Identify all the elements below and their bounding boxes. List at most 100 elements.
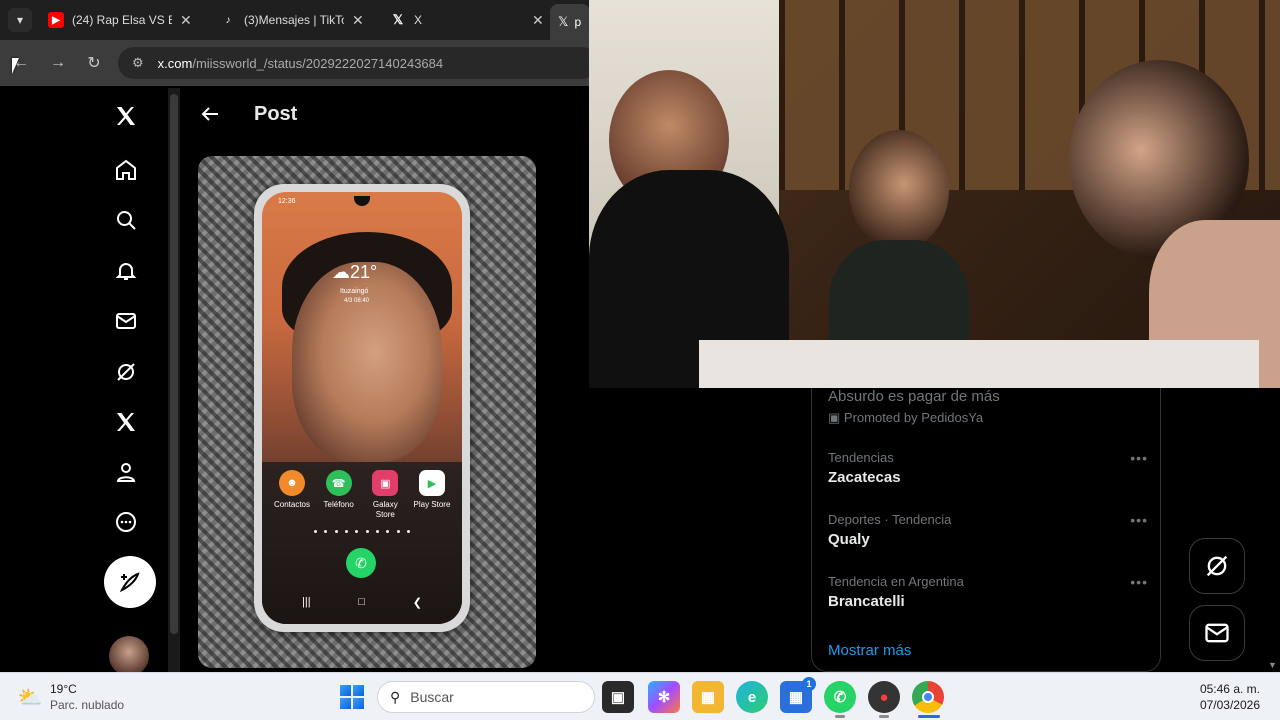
tab-title: (24) Rap Elsa VS Bl bbox=[72, 13, 172, 27]
phone-location: Ituzaingó bbox=[340, 288, 369, 295]
post-detail-column: 12:36 ☁21° Ituzaingó 4/3 08:40 ☻ Contacto… bbox=[182, 86, 590, 672]
more-dots-icon[interactable]: ••• bbox=[1130, 574, 1148, 590]
x-icon: 𝕏 bbox=[558, 14, 569, 29]
youtube-icon: ▶ bbox=[48, 12, 64, 28]
promoted-label: ▣ Promoted by PedidosYa bbox=[828, 410, 983, 426]
post-header: Post bbox=[182, 86, 590, 142]
webcam-overlay bbox=[589, 0, 1280, 388]
scroll-down-arrow-icon[interactable]: ▼ bbox=[1268, 660, 1277, 670]
chrome-browser-icon[interactable] bbox=[912, 681, 944, 713]
trends-panel: Absurdo es pagar de más ▣ Promoted by Pe… bbox=[811, 388, 1161, 672]
running-indicator bbox=[835, 715, 845, 718]
task-view-icon[interactable]: ▣ bbox=[602, 681, 634, 713]
trend-meta: Tendencia en Argentina bbox=[828, 574, 964, 589]
grok-icon bbox=[1206, 555, 1228, 577]
back-arrow-icon[interactable] bbox=[198, 102, 222, 126]
account-avatar[interactable] bbox=[109, 636, 149, 676]
reload-button[interactable]: ↻ bbox=[83, 52, 105, 74]
envelope-icon bbox=[1205, 623, 1229, 643]
home-icon[interactable] bbox=[112, 156, 140, 184]
post-image[interactable]: 12:36 ☁21° Ituzaingó 4/3 08:40 ☻ Contacto… bbox=[198, 156, 536, 668]
app-label: Galaxy Store bbox=[372, 500, 398, 519]
windows-start-icon[interactable] bbox=[340, 685, 364, 709]
page-scrollbar[interactable]: ▼ bbox=[1266, 388, 1280, 672]
play-store-icon: ▶ bbox=[418, 470, 445, 496]
grok-fab-button[interactable] bbox=[1189, 538, 1245, 594]
browser-toolbar: ← → ↻ ⚙ x.com/miissworld_/status/2029222… bbox=[0, 40, 598, 86]
camera-notch bbox=[354, 196, 370, 206]
scrollbar-thumb[interactable] bbox=[170, 94, 178, 634]
app-label: Teléfono bbox=[323, 500, 354, 509]
search-icon: ⚲ bbox=[390, 688, 401, 705]
compose-post-button[interactable] bbox=[104, 556, 156, 608]
notifications-bell-icon[interactable] bbox=[112, 257, 140, 285]
system-clock[interactable]: 05:46 a. m. 07/03/2026 bbox=[1200, 681, 1260, 713]
trend-item[interactable]: Deportes · Tendencia Qualy ••• bbox=[828, 512, 1148, 548]
x-premium-icon[interactable] bbox=[112, 408, 140, 436]
edge-browser-icon[interactable]: e bbox=[736, 681, 768, 713]
recording-app-icon[interactable]: ● bbox=[868, 681, 900, 713]
store-notification-badge: 1 bbox=[802, 677, 816, 691]
phone-screen: 12:36 ☁21° Ituzaingó 4/3 08:40 ☻ Contacto… bbox=[262, 192, 462, 624]
weather-temperature: 19°C bbox=[50, 682, 77, 696]
feather-plus-icon bbox=[119, 572, 140, 593]
sidebar-scrollbar[interactable] bbox=[168, 88, 180, 672]
browser-tab-x[interactable]: 𝕏 X ✕ bbox=[390, 6, 544, 34]
whatsapp-icon: ✆ bbox=[346, 548, 376, 578]
whatsapp-icon[interactable]: ✆ bbox=[824, 681, 856, 713]
table-surface bbox=[699, 340, 1259, 388]
phone-temperature: 21° bbox=[350, 262, 378, 282]
trend-item[interactable]: Tendencia en Argentina Brancatelli ••• bbox=[828, 574, 1148, 610]
close-tab-icon[interactable]: ✕ bbox=[180, 12, 192, 29]
messages-fab-button[interactable] bbox=[1189, 605, 1245, 661]
copilot-icon[interactable]: ✻ bbox=[648, 681, 680, 713]
partly-cloudy-icon: ⛅ bbox=[17, 686, 43, 709]
weather-description: Parc. nublado bbox=[50, 698, 125, 712]
phone-date: 4/3 08:40 bbox=[344, 298, 370, 304]
url-host: x.com bbox=[157, 55, 193, 71]
browser-tab-youtube[interactable]: ▶ (24) Rap Elsa VS Bl ✕ bbox=[48, 6, 192, 34]
phone-app-row: ☻ Contactos ☎ Teléfono ▣ Galaxy Store ▶ Play… bbox=[270, 470, 454, 520]
address-bar[interactable]: ⚙ x.com/miissworld_/status/2029222027140… bbox=[118, 47, 598, 79]
app-label: Contactos bbox=[273, 500, 311, 509]
promoted-trend-title[interactable]: Absurdo es pagar de más bbox=[828, 388, 1000, 405]
more-dots-icon[interactable]: ••• bbox=[1130, 512, 1148, 528]
x-logo-icon[interactable] bbox=[112, 102, 140, 130]
recents-icon: ||| bbox=[302, 596, 311, 608]
file-explorer-icon[interactable]: ▦ bbox=[692, 681, 724, 713]
trend-name: Qualy bbox=[828, 531, 870, 548]
search-icon[interactable] bbox=[112, 206, 140, 234]
show-more-link[interactable]: Mostrar más bbox=[828, 642, 911, 659]
contacts-icon: ☻ bbox=[279, 470, 305, 496]
taskbar-search[interactable]: ⚲ Buscar bbox=[377, 681, 595, 713]
grok-icon[interactable] bbox=[112, 358, 140, 386]
more-options-icon[interactable] bbox=[112, 508, 140, 536]
running-indicator bbox=[879, 715, 889, 718]
trend-name: Brancatelli bbox=[828, 593, 905, 610]
clock-date: 07/03/2026 bbox=[1199, 698, 1260, 712]
messages-envelope-icon[interactable] bbox=[112, 307, 140, 335]
profile-icon[interactable] bbox=[112, 458, 140, 486]
app-galaxy-store: ▣ Galaxy Store bbox=[363, 470, 407, 520]
close-tab-icon[interactable]: ✕ bbox=[532, 12, 544, 29]
close-tab-icon[interactable]: ✕ bbox=[352, 12, 364, 29]
more-dots-icon[interactable]: ••• bbox=[1130, 450, 1148, 466]
page-indicator-dots bbox=[314, 530, 410, 533]
trend-item[interactable]: Tendencias Zacatecas ••• bbox=[828, 450, 1148, 486]
microsoft-store-icon[interactable]: ▦ 1 bbox=[780, 677, 816, 713]
app-play-store: ▶ Play Store bbox=[410, 470, 454, 520]
forward-button[interactable]: → bbox=[47, 52, 69, 74]
site-info-icon[interactable]: ⚙ bbox=[132, 55, 144, 71]
search-placeholder: Buscar bbox=[410, 689, 454, 705]
browser-tab-bar: ▾ ▶ (24) Rap Elsa VS Bl ✕ ♪ (3)Mensajes … bbox=[0, 0, 590, 40]
mouse-cursor-icon bbox=[12, 58, 26, 74]
browser-tab-active[interactable]: 𝕏 p bbox=[550, 4, 590, 40]
browser-tab-tiktok[interactable]: ♪ (3)Mensajes | TikTo ✕ bbox=[220, 6, 364, 34]
weather-widget[interactable]: ⛅ 19°C Parc. nublado bbox=[16, 681, 125, 713]
trend-meta: Deportes · Tendencia bbox=[828, 512, 952, 527]
phone-in-photo: 12:36 ☁21° Ituzaingó 4/3 08:40 ☻ Contacto… bbox=[254, 184, 470, 632]
app-label: Play Store bbox=[413, 500, 451, 509]
trend-meta: Tendencias bbox=[828, 450, 894, 465]
x-icon: 𝕏 bbox=[392, 12, 404, 27]
tab-search-dropdown[interactable]: ▾ bbox=[8, 8, 32, 32]
